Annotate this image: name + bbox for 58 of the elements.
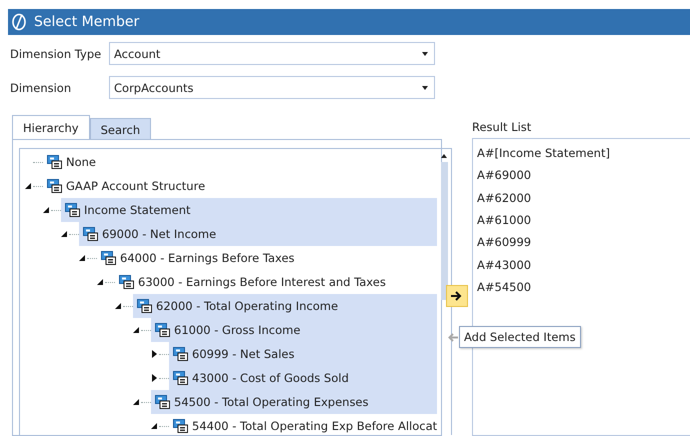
- expanded-triangle-icon[interactable]: [59, 229, 69, 239]
- result-item[interactable]: A#62000: [477, 186, 690, 209]
- caret-icon: [422, 86, 428, 90]
- tooltip: Add Selected Items: [459, 326, 581, 348]
- member-icon: [173, 371, 188, 385]
- tab[interactable]: Hierarchy: [12, 115, 90, 140]
- tree-item[interactable]: 62000 - Total Operating Income: [133, 294, 438, 318]
- right-arrow-icon: [451, 291, 463, 301]
- member-icon: [137, 299, 152, 313]
- tree-item[interactable]: 60999 - Net Sales: [169, 342, 438, 366]
- member-icon: [47, 155, 62, 169]
- expanded-triangle-icon[interactable]: [41, 205, 51, 215]
- member-icon: [155, 323, 170, 337]
- window-title: Select Member: [34, 14, 140, 30]
- result-item[interactable]: A#43000: [477, 253, 690, 276]
- expanded-triangle-icon[interactable]: [23, 181, 33, 191]
- dropdown[interactable]: Account: [109, 42, 435, 65]
- member-icon: [119, 275, 134, 289]
- tree-item[interactable]: Income Statement: [61, 198, 438, 222]
- expanded-triangle-icon[interactable]: [113, 301, 123, 311]
- result-item[interactable]: A#69000: [477, 164, 690, 187]
- member-icon: [83, 227, 98, 241]
- result-item[interactable]: A#[Income Statement]: [477, 142, 690, 164]
- result-item[interactable]: A#61000: [477, 208, 690, 232]
- tree-item[interactable]: 43000 - Cost of Goods Sold: [169, 366, 438, 390]
- field-label: Dimension: [10, 80, 72, 94]
- dropdown[interactable]: CorpAccounts: [109, 76, 435, 99]
- tree-item[interactable]: 63000 - Earnings Before Interest and Taxes: [115, 270, 438, 294]
- member-icon: [65, 203, 80, 217]
- tree-item[interactable]: 54500 - Total Operating Expenses: [151, 390, 438, 414]
- tree-item[interactable]: 54400 - Total Operating Exp Before Allocat: [169, 414, 438, 436]
- collapsed-triangle-icon[interactable]: [149, 349, 159, 359]
- expanded-triangle-icon[interactable]: [149, 421, 159, 431]
- tab[interactable]: Search: [90, 118, 152, 140]
- member-icon: [173, 419, 188, 433]
- result-item[interactable]: A#54500: [477, 276, 690, 298]
- field-label: Dimension Type: [10, 46, 102, 60]
- member-icon: [173, 347, 188, 361]
- expanded-triangle-icon[interactable]: [131, 397, 141, 407]
- caret-icon: [422, 52, 428, 56]
- tree-item[interactable]: 64000 - Earnings Before Taxes: [97, 246, 438, 270]
- result-item[interactable]: A#60999: [477, 231, 690, 254]
- left-arrow-icon: [448, 332, 458, 342]
- app-logo-icon: [10, 13, 28, 31]
- scroll-up-icon[interactable]: [441, 154, 448, 158]
- member-icon: [155, 395, 170, 409]
- tree-item[interactable]: 69000 - Net Income: [79, 222, 438, 246]
- add-button[interactable]: [446, 285, 468, 307]
- expanded-triangle-icon[interactable]: [131, 325, 141, 335]
- expanded-triangle-icon[interactable]: [77, 253, 87, 263]
- expanded-triangle-icon[interactable]: [95, 277, 105, 287]
- tree-item[interactable]: 61000 - Gross Income: [151, 318, 438, 342]
- tree-item[interactable]: None: [43, 150, 438, 174]
- collapsed-triangle-icon[interactable]: [149, 373, 159, 383]
- result-list-label: Result List: [472, 118, 532, 136]
- member-icon: [101, 251, 116, 265]
- member-icon: [47, 179, 62, 193]
- tree-item[interactable]: GAAP Account Structure: [43, 174, 438, 198]
